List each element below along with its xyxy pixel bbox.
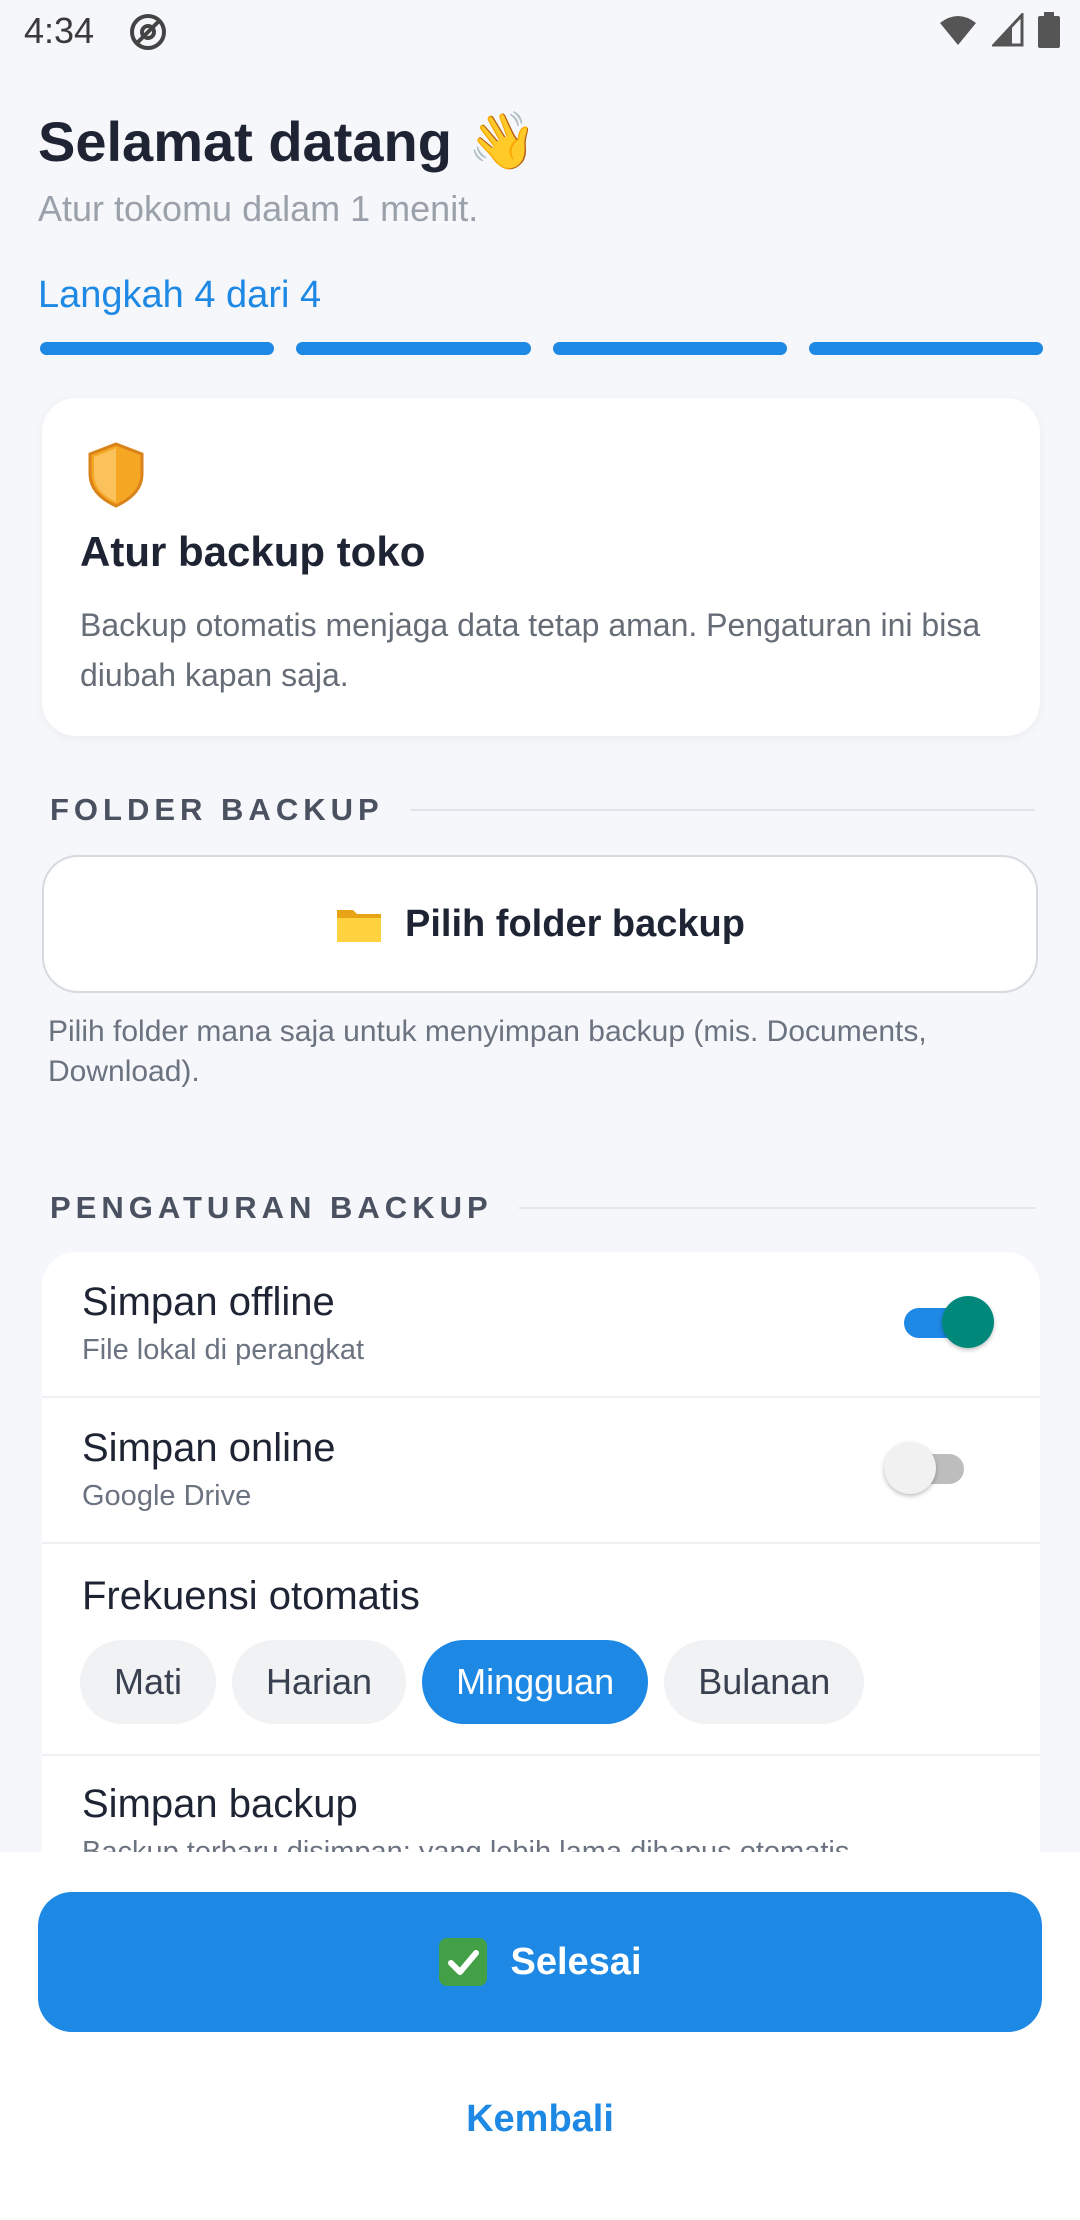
page-subtitle: Atur tokomu dalam 1 menit. [38,188,479,229]
frequency-options: Mati Harian Mingguan Bulanan [80,1640,865,1724]
progress-segment [40,342,275,355]
divider [518,1207,1035,1209]
bottom-action-bar: Selesai Kembali [0,1852,1080,2220]
divider [409,809,1035,811]
check-icon [438,1938,487,1986]
offline-subtitle: File lokal di perangkat [82,1334,365,1366]
toggle-thumb [884,1442,936,1494]
settings-section-heading: PENGATURAN BACKUP [50,1190,1035,1226]
frequency-chip-mingguan[interactable]: Mingguan [422,1640,649,1724]
folder-section-heading: FOLDER BACKUP [50,792,1035,828]
done-label: Selesai [510,1940,642,1983]
status-time: 4:34 [24,10,95,51]
frequency-chip-harian[interactable]: Harian [232,1640,407,1724]
battery-icon [1038,12,1060,48]
choose-folder-button[interactable]: Pilih folder backup [42,855,1038,993]
settings-section-label: PENGATURAN BACKUP [50,1190,493,1225]
status-bar: 4:34 [0,0,1080,64]
choose-folder-label: Pilih folder backup [405,902,745,945]
folder-section-label: FOLDER BACKUP [50,792,384,827]
offline-backup-row[interactable]: Simpan offline File lokal di perangkat [42,1252,1040,1398]
retention-title: Simpan backup [82,1782,358,1826]
frequency-chip-bulanan[interactable]: Bulanan [664,1640,865,1724]
wifi-icon [940,16,976,45]
frequency-title: Frekuensi otomatis [82,1574,420,1618]
shield-icon [88,442,144,508]
offline-toggle[interactable] [904,1296,994,1348]
online-title: Simpan online [82,1426,336,1470]
info-card-title: Atur backup toko [80,528,426,575]
done-button[interactable]: Selesai [38,1892,1042,2032]
page-title: Selamat datang [38,109,452,173]
title-row: Selamat datang 👋 [38,108,538,174]
toggle-thumb [942,1296,994,1348]
at-sign-icon [130,14,166,50]
step-progress-bar [40,342,1043,355]
back-button[interactable]: Kembali [0,2098,1080,2141]
info-card-description: Backup otomatis menjaga data tetap aman.… [80,607,981,693]
folder-hint: Pilih folder mana saja untuk menyimpan b… [48,1015,927,1088]
frequency-chip-mati[interactable]: Mati [80,1640,217,1724]
offline-title: Simpan offline [82,1280,335,1324]
online-toggle[interactable] [884,1442,974,1494]
online-subtitle: Google Drive [82,1480,252,1512]
progress-segment [808,342,1043,355]
step-indicator: Langkah 4 dari 4 [38,274,322,316]
progress-segment [552,342,787,355]
signal-icon [992,13,1024,47]
progress-segment [296,342,531,355]
online-backup-row[interactable]: Simpan online Google Drive [42,1398,1040,1544]
waving-hand-icon: 👋 [467,109,538,174]
backup-settings-card: Simpan offline File lokal di perangkat S… [42,1252,1040,1872]
folder-icon [337,910,382,942]
info-card: Atur backup toko Backup otomatis menjaga… [42,398,1040,736]
